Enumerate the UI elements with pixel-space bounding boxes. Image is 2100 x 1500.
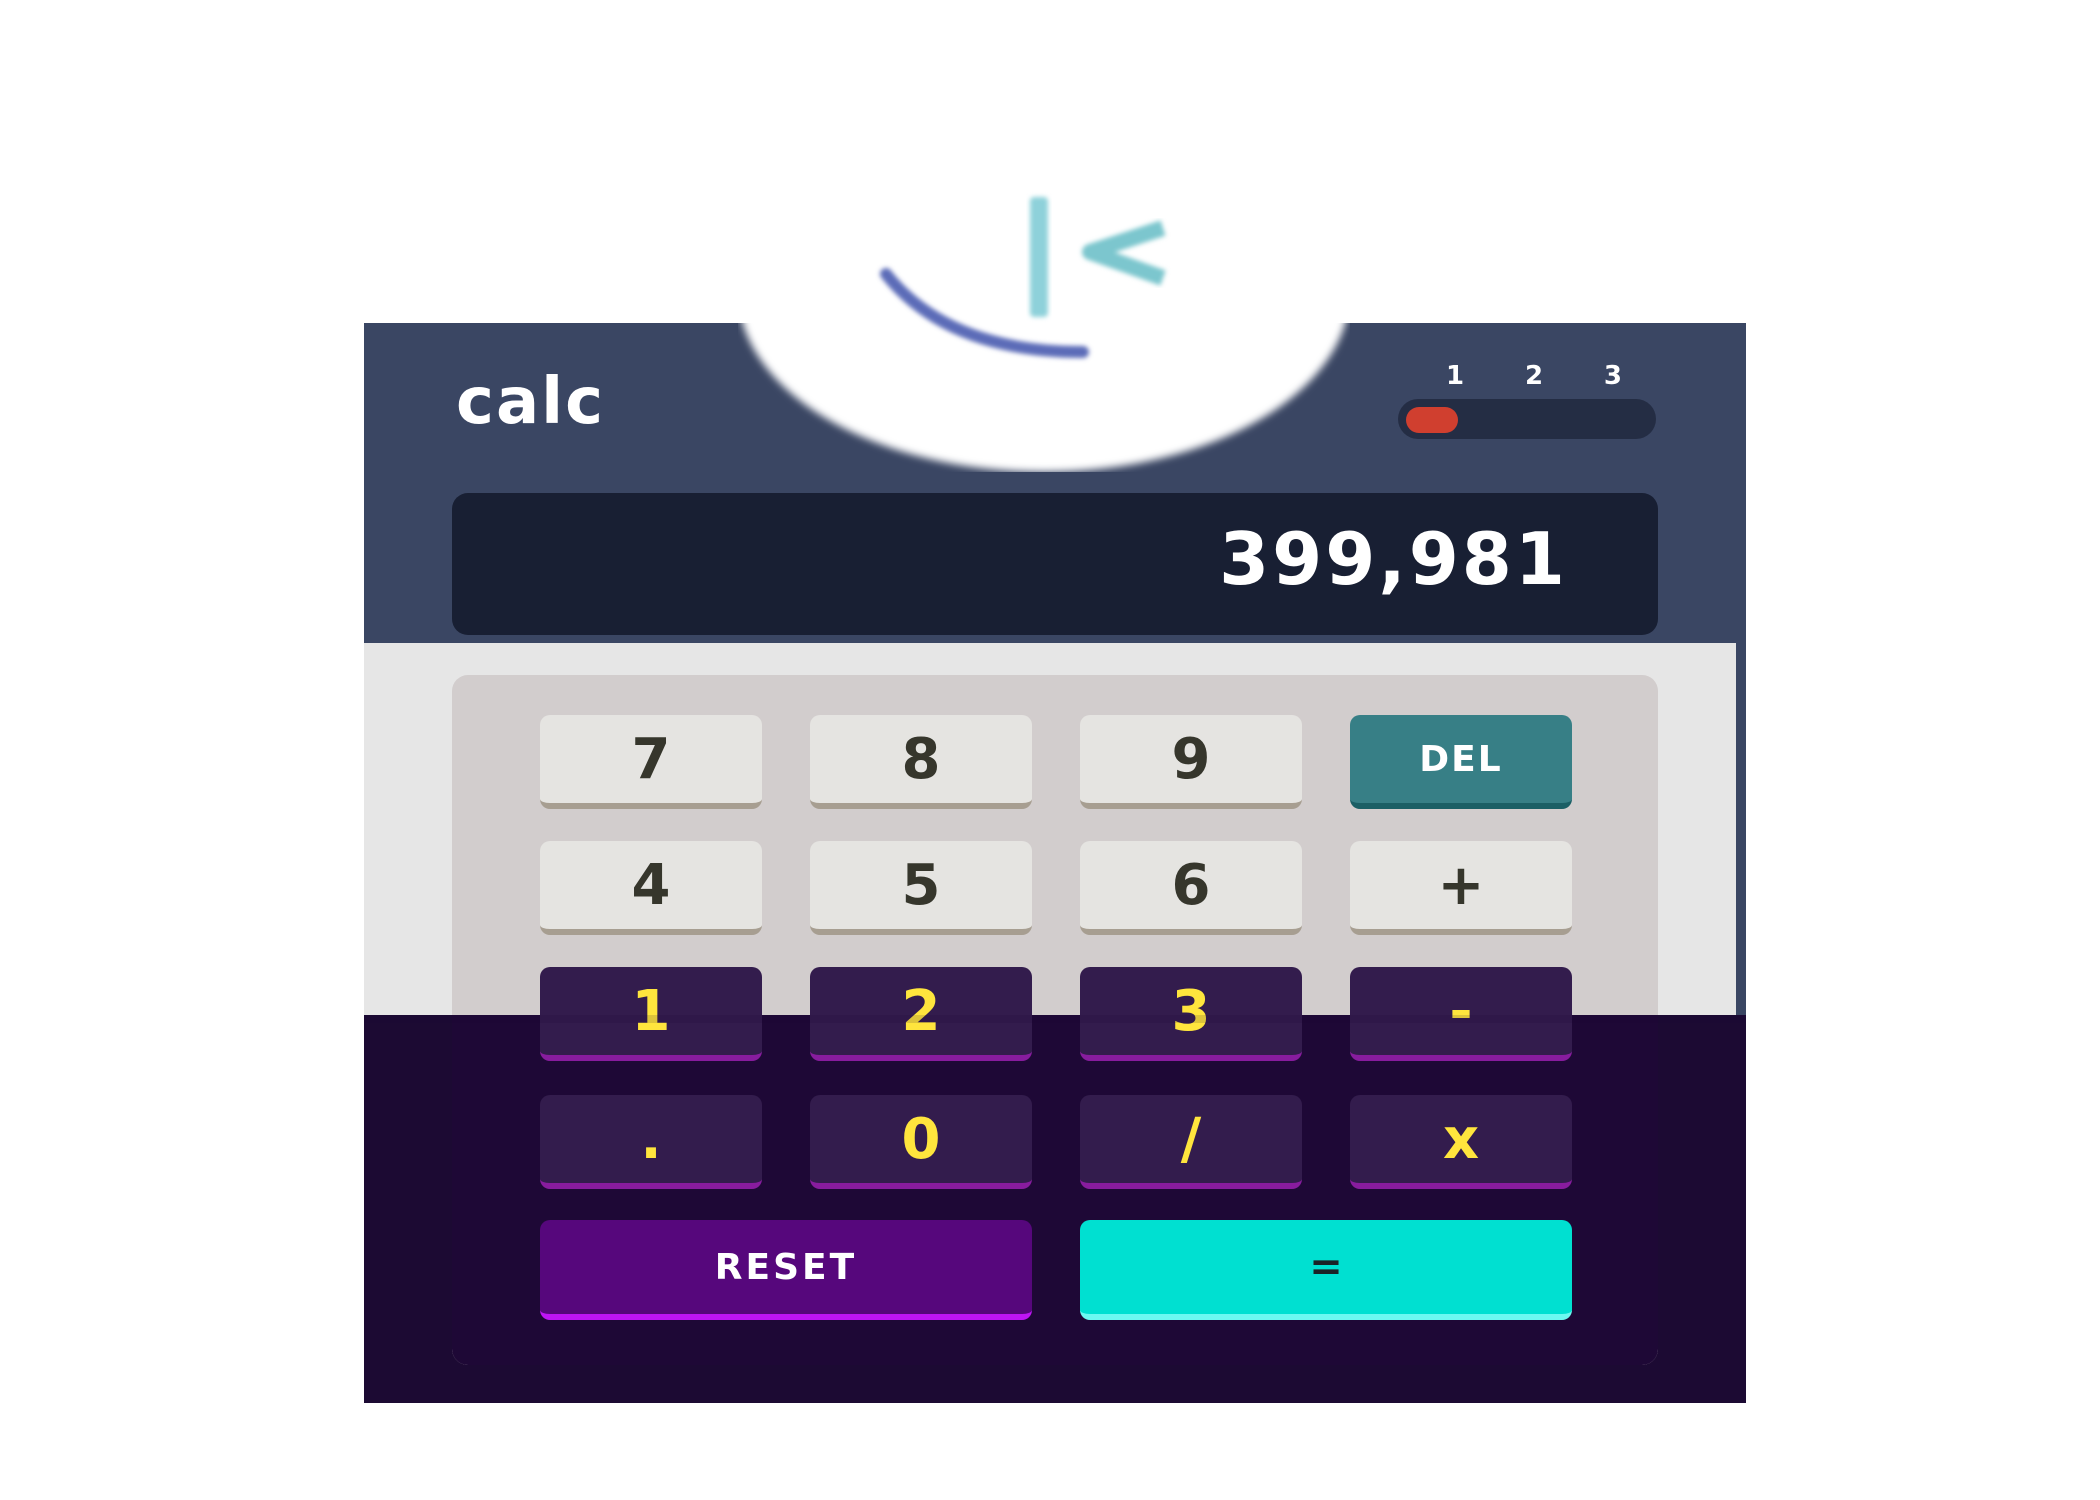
display-value: 399,981: [1219, 517, 1568, 601]
key-8[interactable]: 8: [810, 715, 1032, 809]
overlay-chevron-icon: [1082, 220, 1166, 286]
key-minus[interactable]: -: [1350, 967, 1572, 1061]
key-7[interactable]: 7: [540, 715, 762, 809]
theme-seam: [364, 1015, 1746, 1023]
key-6[interactable]: 6: [1080, 841, 1302, 935]
theme-label: ME: [1134, 405, 1183, 433]
overlay-bar-icon: [1030, 197, 1048, 317]
theme-number-2: 2: [1524, 361, 1544, 391]
key-4[interactable]: 4: [540, 841, 762, 935]
key-decimal[interactable]: .: [540, 1095, 762, 1189]
theme-toggle[interactable]: [1398, 399, 1656, 439]
key-plus[interactable]: +: [1350, 841, 1572, 935]
key-5[interactable]: 5: [810, 841, 1032, 935]
key-3[interactable]: 3: [1080, 967, 1302, 1061]
theme-number-3: 3: [1603, 361, 1622, 391]
key-0[interactable]: 0: [810, 1095, 1032, 1189]
key-multiply[interactable]: x: [1350, 1095, 1572, 1189]
theme-numbers: 1 2 3: [1424, 361, 1644, 391]
theme-number-1: 1: [1446, 361, 1465, 391]
key-divide[interactable]: /: [1080, 1095, 1302, 1189]
theme-toggle-knob[interactable]: [1406, 407, 1458, 433]
reset-button[interactable]: RESET: [540, 1220, 1032, 1320]
key-2[interactable]: 2: [810, 967, 1032, 1061]
delete-button[interactable]: DEL: [1350, 715, 1572, 809]
equals-button[interactable]: =: [1080, 1220, 1572, 1320]
app-logo: calc: [456, 365, 605, 439]
key-1[interactable]: 1: [540, 967, 762, 1061]
calculator-app: calc ME 1 2 3 399,981 7 8 9 DEL 4 5 6 + …: [364, 323, 1746, 1403]
key-9[interactable]: 9: [1080, 715, 1302, 809]
calculator-display: 399,981: [452, 493, 1658, 635]
